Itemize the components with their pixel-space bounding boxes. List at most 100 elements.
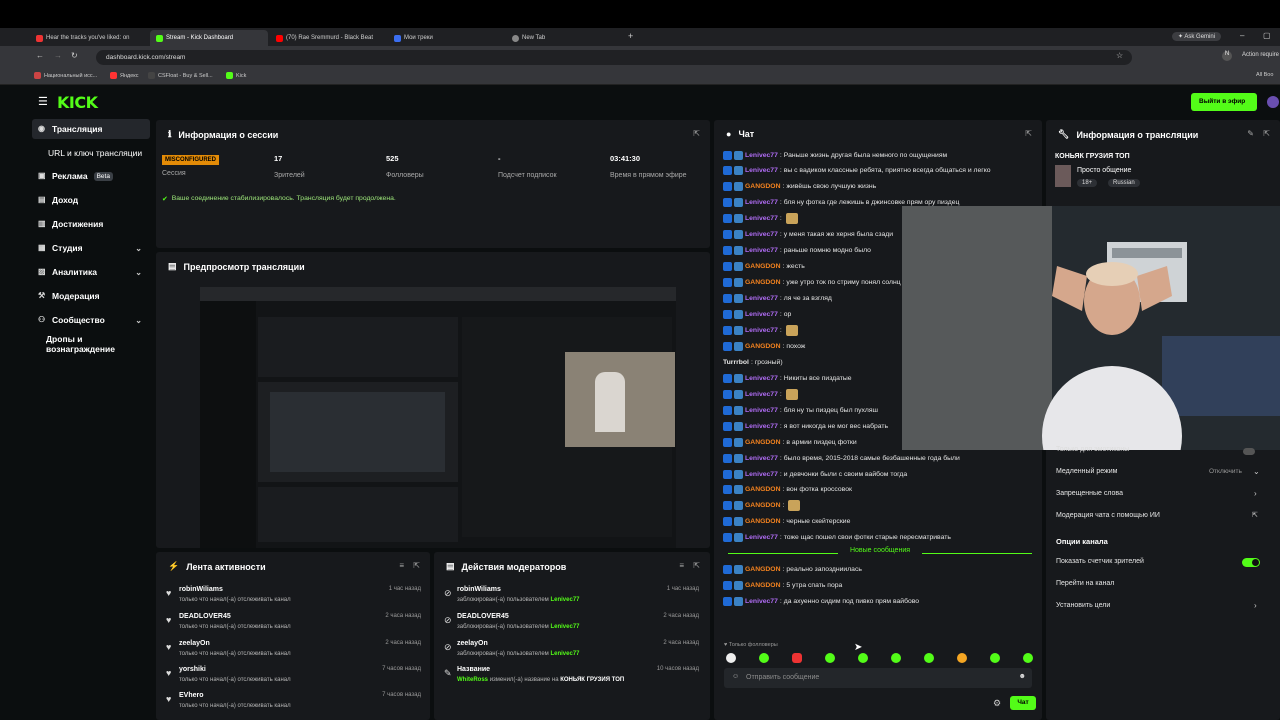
all-bookmarks[interactable]: All Boo bbox=[1256, 72, 1273, 78]
chat-username[interactable]: Lenivec77 bbox=[745, 407, 778, 414]
browser-tab[interactable]: Мои треки bbox=[388, 30, 506, 46]
browser-tab[interactable]: (70) Rae Sremmurd - Black Beat bbox=[270, 30, 388, 46]
browser-tab[interactable]: Stream - Kick Dashboard bbox=[150, 30, 268, 46]
chat-username[interactable]: Lenivec77 bbox=[745, 311, 778, 318]
preview-video[interactable] bbox=[200, 287, 676, 548]
sidebar-item-stream[interactable]: ◉ Трансляция bbox=[32, 119, 150, 139]
activity-user[interactable]: zeelayOn bbox=[179, 640, 210, 647]
action-required-text[interactable]: Action require bbox=[1242, 52, 1279, 58]
star-icon[interactable]: ☆ bbox=[1116, 51, 1123, 60]
new-tab-button[interactable]: + bbox=[628, 31, 633, 41]
sidebar-item-ads[interactable]: ▣ Реклама Beta bbox=[32, 166, 150, 186]
chat-username[interactable]: GANGDON bbox=[745, 502, 781, 509]
emote-icon[interactable] bbox=[825, 653, 835, 663]
sidebar-item-analytics[interactable]: ▨ Аналитика ⌄ bbox=[32, 262, 150, 282]
edit-icon[interactable]: ✎ bbox=[1247, 129, 1254, 138]
ask-gemini-button[interactable]: ✦ Ask Gemini bbox=[1172, 32, 1222, 41]
emote-icon[interactable] bbox=[858, 653, 868, 663]
filter-icon[interactable]: ≡ bbox=[399, 561, 404, 570]
popout-icon[interactable]: ⇱ bbox=[693, 561, 700, 570]
chat-username[interactable]: GANGDON bbox=[745, 343, 781, 350]
emote-icon[interactable] bbox=[726, 653, 736, 663]
menu-icon[interactable]: ☰ bbox=[38, 95, 48, 108]
kick-logo[interactable]: KICK bbox=[57, 93, 98, 112]
send-chat-button[interactable]: Чат bbox=[1010, 696, 1036, 710]
chevron-right-icon[interactable]: › bbox=[1254, 489, 1257, 498]
mod-action-actor[interactable]: WhiteRoss bbox=[457, 677, 488, 683]
mod-action-user[interactable]: zeelayOn bbox=[457, 640, 488, 647]
show-viewers-toggle[interactable] bbox=[1242, 558, 1260, 567]
emoji-icon[interactable]: ☺ bbox=[732, 673, 739, 680]
chat-username[interactable]: Turrrbol bbox=[723, 359, 749, 366]
chat-username[interactable]: Lenivec77 bbox=[745, 231, 778, 238]
chat-input[interactable]: ☺ Отправить сообщение ☻ bbox=[724, 668, 1032, 688]
popout-icon[interactable]: ⇱ bbox=[413, 561, 420, 570]
forward-icon[interactable]: → bbox=[54, 51, 62, 60]
chat-username[interactable]: Lenivec77 bbox=[745, 455, 778, 462]
url-field[interactable]: dashboard.kick.com/stream bbox=[96, 50, 1132, 65]
chat-username[interactable]: Lenivec77 bbox=[745, 199, 778, 206]
chat-username[interactable]: Lenivec77 bbox=[745, 215, 778, 222]
chat-username[interactable]: Lenivec77 bbox=[745, 598, 778, 605]
emote-icon[interactable] bbox=[759, 653, 769, 663]
maximize-button[interactable]: ▢ bbox=[1263, 31, 1271, 40]
activity-user[interactable]: DEADLOVER45 bbox=[179, 613, 231, 620]
slow-mode-row[interactable]: Медленный режим bbox=[1056, 468, 1117, 475]
ai-moderation-row[interactable]: Модерация чата с помощью ИИ bbox=[1056, 512, 1160, 519]
show-viewers-row[interactable]: Показать счетчик зрителей bbox=[1056, 558, 1144, 565]
chat-username[interactable]: Lenivec77 bbox=[745, 391, 778, 398]
user-avatar[interactable] bbox=[1267, 96, 1279, 108]
back-icon[interactable]: ← bbox=[36, 51, 44, 60]
chat-username[interactable]: Lenivec77 bbox=[745, 327, 778, 334]
banned-words-row[interactable]: Запрещенные слова bbox=[1056, 490, 1123, 497]
mod-action-user[interactable]: robinWiliams bbox=[457, 586, 501, 593]
emote-icon[interactable] bbox=[1023, 653, 1033, 663]
sidebar-item-drops[interactable]: Дропы и вознаграждение bbox=[32, 334, 150, 354]
activity-user[interactable]: EVhero bbox=[179, 692, 204, 699]
set-goals-row[interactable]: Установить цели bbox=[1056, 602, 1110, 609]
reload-icon[interactable]: ↻ bbox=[71, 51, 78, 60]
chat-username[interactable]: GANGDON bbox=[745, 518, 781, 525]
mod-action-by[interactable]: Lenivec77 bbox=[550, 651, 579, 657]
emote-icon[interactable] bbox=[990, 653, 1000, 663]
sidebar-item-url-key[interactable]: URL и ключ трансляции bbox=[32, 143, 150, 163]
go-channel-row[interactable]: Перейти на канал bbox=[1056, 580, 1114, 587]
chat-username[interactable]: Lenivec77 bbox=[745, 471, 778, 478]
chat-username[interactable]: GANGDON bbox=[745, 279, 781, 286]
sidebar-item-achievements[interactable]: ▥ Достижения bbox=[32, 214, 150, 234]
chat-username[interactable]: Lenivec77 bbox=[745, 534, 778, 541]
browser-tab[interactable]: Hear the tracks you've liked: on bbox=[30, 30, 148, 46]
bookmark-item[interactable]: Kick bbox=[226, 72, 246, 79]
chat-username[interactable]: Lenivec77 bbox=[745, 295, 778, 302]
emote-icon[interactable] bbox=[891, 653, 901, 663]
sidebar-item-moderation[interactable]: ⚒ Модерация bbox=[32, 286, 150, 306]
bookmark-item[interactable]: Национальный исс... bbox=[34, 72, 97, 79]
chat-username[interactable]: Lenivec77 bbox=[745, 167, 778, 174]
sidebar-item-studio[interactable]: ▦ Студия ⌄ bbox=[32, 238, 150, 258]
chat-username[interactable]: Lenivec77 bbox=[745, 375, 778, 382]
chat-username[interactable]: GANGDON bbox=[745, 263, 781, 270]
sidebar-item-community[interactable]: ⚇ Сообщество ⌄ bbox=[32, 310, 150, 330]
avatar[interactable]: N bbox=[1222, 51, 1232, 61]
minimize-button[interactable]: – bbox=[1240, 31, 1244, 40]
emote-icon[interactable] bbox=[924, 653, 934, 663]
chat-username[interactable]: Lenivec77 bbox=[745, 247, 778, 254]
sidebar-item-revenue[interactable]: ▤ Доход bbox=[32, 190, 150, 210]
gear-icon[interactable]: ⚙ bbox=[993, 698, 1001, 709]
popout-icon[interactable]: ⇱ bbox=[1025, 129, 1032, 138]
chat-username[interactable]: GANGDON bbox=[745, 439, 781, 446]
external-link-icon[interactable]: ⇱ bbox=[1252, 511, 1258, 519]
popout-icon[interactable]: ⇱ bbox=[693, 129, 700, 138]
chat-username[interactable]: GANGDON bbox=[745, 582, 781, 589]
chat-username[interactable]: Lenivec77 bbox=[745, 423, 778, 430]
activity-user[interactable]: yorshiki bbox=[179, 666, 206, 673]
chat-username[interactable]: Lenivec77 bbox=[745, 152, 778, 159]
chat-username[interactable]: GANGDON bbox=[745, 183, 781, 190]
bookmark-item[interactable]: CSFloat - Buy & Sell... bbox=[148, 72, 213, 79]
popout-icon[interactable]: ⇱ bbox=[1263, 129, 1270, 138]
chat-username[interactable]: GANGDON bbox=[745, 486, 781, 493]
chevron-down-icon[interactable]: ⌄ bbox=[1253, 467, 1260, 476]
mod-action-user[interactable]: DEADLOVER45 bbox=[457, 613, 509, 620]
bookmark-item[interactable]: Яндекс bbox=[110, 72, 139, 79]
go-live-button[interactable]: Выйти в эфир bbox=[1191, 93, 1257, 111]
